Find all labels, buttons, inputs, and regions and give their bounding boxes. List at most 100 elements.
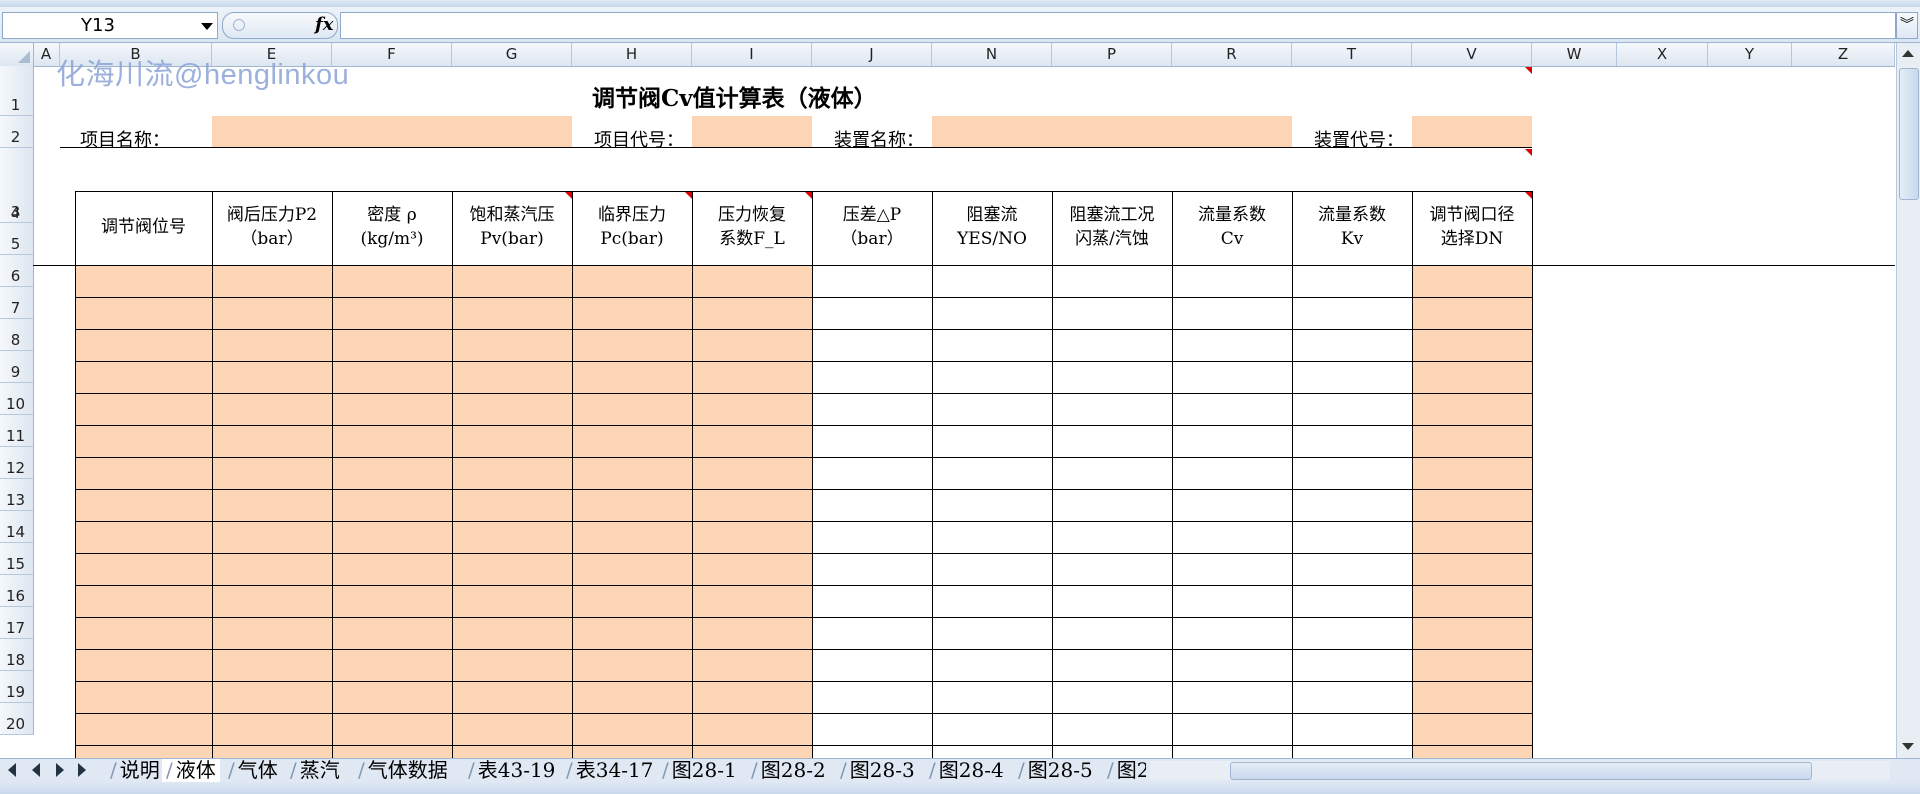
- unit-code-input[interactable]: [1412, 116, 1532, 148]
- table-data-cell[interactable]: [932, 713, 1053, 746]
- sheet-tab[interactable]: 气体数据: [354, 759, 452, 782]
- table-data-cell[interactable]: [812, 681, 933, 714]
- table-data-cell[interactable]: [572, 553, 693, 586]
- table-data-cell[interactable]: [1052, 617, 1173, 650]
- row-header[interactable]: 9: [0, 351, 34, 383]
- table-data-cell[interactable]: [572, 745, 693, 758]
- table-data-cell[interactable]: [572, 585, 693, 618]
- table-data-cell[interactable]: [452, 681, 573, 714]
- table-data-cell[interactable]: [452, 713, 573, 746]
- sheet-tab[interactable]: 液体: [162, 759, 220, 783]
- table-data-cell[interactable]: [1172, 361, 1293, 394]
- table-data-cell[interactable]: [1052, 649, 1173, 682]
- table-data-cell[interactable]: [75, 681, 213, 714]
- insert-function-icon[interactable]: fx: [315, 14, 333, 35]
- table-data-cell[interactable]: [1052, 361, 1173, 394]
- table-data-cell[interactable]: [1412, 521, 1533, 554]
- table-data-cell[interactable]: [452, 649, 573, 682]
- sheet-tab[interactable]: 图2: [1103, 759, 1146, 782]
- chevron-down-icon[interactable]: [201, 23, 213, 30]
- comment-indicator-icon[interactable]: [685, 192, 692, 199]
- table-data-cell[interactable]: [1172, 745, 1293, 758]
- table-data-cell[interactable]: [1172, 553, 1293, 586]
- sheet-tab[interactable]: 表43-19: [464, 759, 559, 782]
- table-data-cell[interactable]: [1052, 681, 1173, 714]
- table-data-cell[interactable]: [452, 393, 573, 426]
- table-data-cell[interactable]: [75, 553, 213, 586]
- column-header[interactable]: Z: [1792, 43, 1895, 66]
- table-data-cell[interactable]: [75, 329, 213, 362]
- table-data-cell[interactable]: [75, 297, 213, 330]
- table-data-cell[interactable]: [332, 521, 453, 554]
- row-header[interactable]: 19: [0, 671, 34, 703]
- comment-indicator-icon[interactable]: [1525, 192, 1532, 199]
- column-header[interactable]: J: [812, 43, 932, 66]
- table-data-cell[interactable]: [1052, 393, 1173, 426]
- next-sheet-icon[interactable]: [56, 763, 64, 777]
- last-sheet-icon[interactable]: [78, 763, 86, 777]
- row-header[interactable]: 1: [0, 66, 34, 116]
- table-data-cell[interactable]: [1412, 489, 1533, 522]
- table-data-cell[interactable]: [812, 457, 933, 490]
- sheet-tab[interactable]: 图28-4: [925, 759, 1008, 782]
- table-data-cell[interactable]: [812, 361, 933, 394]
- table-data-cell[interactable]: [932, 393, 1053, 426]
- table-data-cell[interactable]: [1052, 521, 1173, 554]
- table-data-cell[interactable]: [1172, 713, 1293, 746]
- row-header[interactable]: 11: [0, 415, 34, 447]
- sheet-tab[interactable]: 图28-5: [1014, 759, 1097, 782]
- table-data-cell[interactable]: [572, 649, 693, 682]
- table-data-cell[interactable]: [1172, 329, 1293, 362]
- table-data-cell[interactable]: [1172, 265, 1293, 298]
- table-data-cell[interactable]: [1412, 457, 1533, 490]
- table-data-cell[interactable]: [332, 713, 453, 746]
- sheet-tab[interactable]: 表34-17: [562, 759, 657, 782]
- table-data-cell[interactable]: [692, 745, 813, 758]
- table-data-cell[interactable]: [212, 681, 333, 714]
- table-data-cell[interactable]: [212, 457, 333, 490]
- table-data-cell[interactable]: [75, 361, 213, 394]
- table-data-cell[interactable]: [692, 297, 813, 330]
- table-data-cell[interactable]: [75, 713, 213, 746]
- table-data-cell[interactable]: [1412, 745, 1533, 758]
- formula-input[interactable]: [340, 12, 1896, 39]
- table-data-cell[interactable]: [932, 457, 1053, 490]
- scroll-thumb[interactable]: [1899, 68, 1919, 200]
- table-data-cell[interactable]: [812, 329, 933, 362]
- table-data-cell[interactable]: [1172, 585, 1293, 618]
- table-data-cell[interactable]: [332, 585, 453, 618]
- table-data-cell[interactable]: [1172, 457, 1293, 490]
- table-data-cell[interactable]: [692, 329, 813, 362]
- row-header[interactable]: 18: [0, 639, 34, 671]
- row-header[interactable]: 17: [0, 607, 34, 639]
- table-data-cell[interactable]: [812, 713, 933, 746]
- row-header[interactable]: 7: [0, 287, 34, 319]
- table-data-cell[interactable]: [212, 745, 333, 758]
- table-data-cell[interactable]: [812, 425, 933, 458]
- table-data-cell[interactable]: [692, 713, 813, 746]
- table-data-cell[interactable]: [932, 265, 1053, 298]
- table-data-cell[interactable]: [1172, 393, 1293, 426]
- table-data-cell[interactable]: [1172, 649, 1293, 682]
- column-header[interactable]: N: [932, 43, 1052, 66]
- row-header[interactable]: 6: [0, 255, 34, 287]
- table-data-cell[interactable]: [75, 585, 213, 618]
- table-data-cell[interactable]: [1292, 425, 1413, 458]
- table-data-cell[interactable]: [932, 617, 1053, 650]
- table-data-cell[interactable]: [212, 265, 333, 298]
- table-data-cell[interactable]: [1292, 297, 1413, 330]
- table-data-cell[interactable]: [692, 553, 813, 586]
- table-data-cell[interactable]: [1412, 297, 1533, 330]
- expand-formula-bar-icon[interactable]: ︾: [1896, 12, 1918, 39]
- table-data-cell[interactable]: [932, 585, 1053, 618]
- table-data-cell[interactable]: [932, 361, 1053, 394]
- table-data-cell[interactable]: [212, 361, 333, 394]
- table-data-cell[interactable]: [452, 329, 573, 362]
- table-data-cell[interactable]: [1172, 617, 1293, 650]
- table-data-cell[interactable]: [1412, 617, 1533, 650]
- name-box[interactable]: Y13: [2, 12, 218, 39]
- comment-indicator-icon[interactable]: [1525, 149, 1532, 156]
- table-data-cell[interactable]: [75, 457, 213, 490]
- table-data-cell[interactable]: [932, 329, 1053, 362]
- table-data-cell[interactable]: [1052, 553, 1173, 586]
